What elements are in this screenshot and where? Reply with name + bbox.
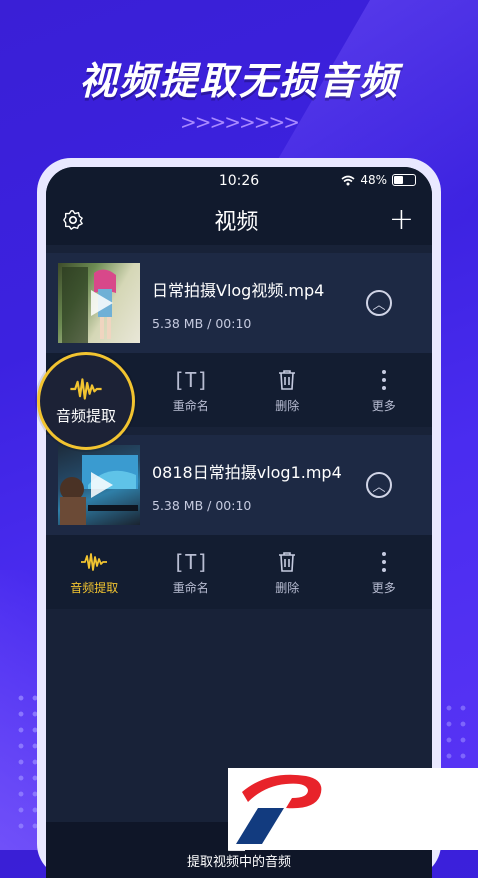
audio-extract-button[interactable]: 音频提取 xyxy=(46,535,143,609)
video-thumbnail[interactable] xyxy=(58,263,140,343)
wifi-icon xyxy=(341,175,355,185)
chevron-decoration: >>>>>>>> xyxy=(179,110,300,134)
delete-button[interactable]: 删除 xyxy=(239,535,336,609)
promo-headline: 视频提取无损音频 xyxy=(78,59,399,103)
audio-extract-label: 音频提取 xyxy=(70,580,119,595)
rename-button[interactable]: [T] 重命名 xyxy=(143,353,240,427)
video-file-name: 日常拍摄Vlog视频.mp4 xyxy=(152,281,325,300)
delete-label: 删除 xyxy=(275,580,300,595)
play-icon[interactable] xyxy=(91,472,113,498)
more-label: 更多 xyxy=(371,580,396,595)
delete-button[interactable]: 删除 xyxy=(239,353,336,427)
collapse-chevron-icon[interactable]: ︿ xyxy=(366,472,392,498)
text-rename-icon: [T] xyxy=(172,549,209,574)
more-vertical-icon xyxy=(381,549,387,575)
bottom-tab-label: 提取视频中的音频 xyxy=(186,854,291,870)
status-bar: 10:26 48% xyxy=(46,167,432,195)
action-bar: 音频提取 [T] 重命名 删除 更多 xyxy=(46,535,432,609)
video-thumbnail[interactable] xyxy=(58,445,140,525)
trash-icon xyxy=(277,367,297,393)
waveform-icon xyxy=(80,549,108,575)
video-file-meta: 5.38 MB / 00:10 xyxy=(152,498,252,513)
rename-button[interactable]: [T] 重命名 xyxy=(143,535,240,609)
settings-gear-icon[interactable] xyxy=(62,209,84,231)
collapse-chevron-icon[interactable]: ︿ xyxy=(366,290,392,316)
delete-label: 删除 xyxy=(275,398,300,413)
video-file-meta: 5.38 MB / 00:10 xyxy=(152,316,252,331)
status-time: 10:26 xyxy=(218,173,260,189)
rename-label: 重命名 xyxy=(172,398,209,413)
video-file-name: 0818日常拍摄vlog1.mp4 xyxy=(152,463,342,482)
play-icon[interactable] xyxy=(91,290,113,316)
audio-extract-highlight-badge[interactable]: 音频提取 xyxy=(37,352,135,450)
brand-logo-watermark xyxy=(228,768,478,850)
video-list-item[interactable]: 日常拍摄Vlog视频.mp4 5.38 MB / 00:10 ︿ xyxy=(46,253,432,353)
waveform-icon xyxy=(70,377,102,400)
more-label: 更多 xyxy=(371,398,396,413)
battery-percent: 48% xyxy=(360,173,387,187)
more-vertical-icon xyxy=(381,367,387,393)
page-title: 视频 xyxy=(214,210,259,235)
nav-bar: 视频 + xyxy=(46,195,432,245)
add-icon[interactable]: + xyxy=(389,205,414,235)
more-button[interactable]: 更多 xyxy=(336,535,433,609)
video-list-item[interactable]: 0818日常拍摄vlog1.mp4 5.38 MB / 00:10 ︿ xyxy=(46,435,432,535)
battery-icon xyxy=(392,174,416,186)
text-rename-icon: [T] xyxy=(172,367,209,392)
brand-logo-icon xyxy=(236,774,322,844)
rename-label: 重命名 xyxy=(172,580,209,595)
status-right: 48% xyxy=(341,173,416,187)
decorative-dots xyxy=(442,700,472,760)
more-button[interactable]: 更多 xyxy=(336,353,433,427)
audio-extract-badge-label: 音频提取 xyxy=(55,406,116,425)
trash-icon xyxy=(277,549,297,575)
